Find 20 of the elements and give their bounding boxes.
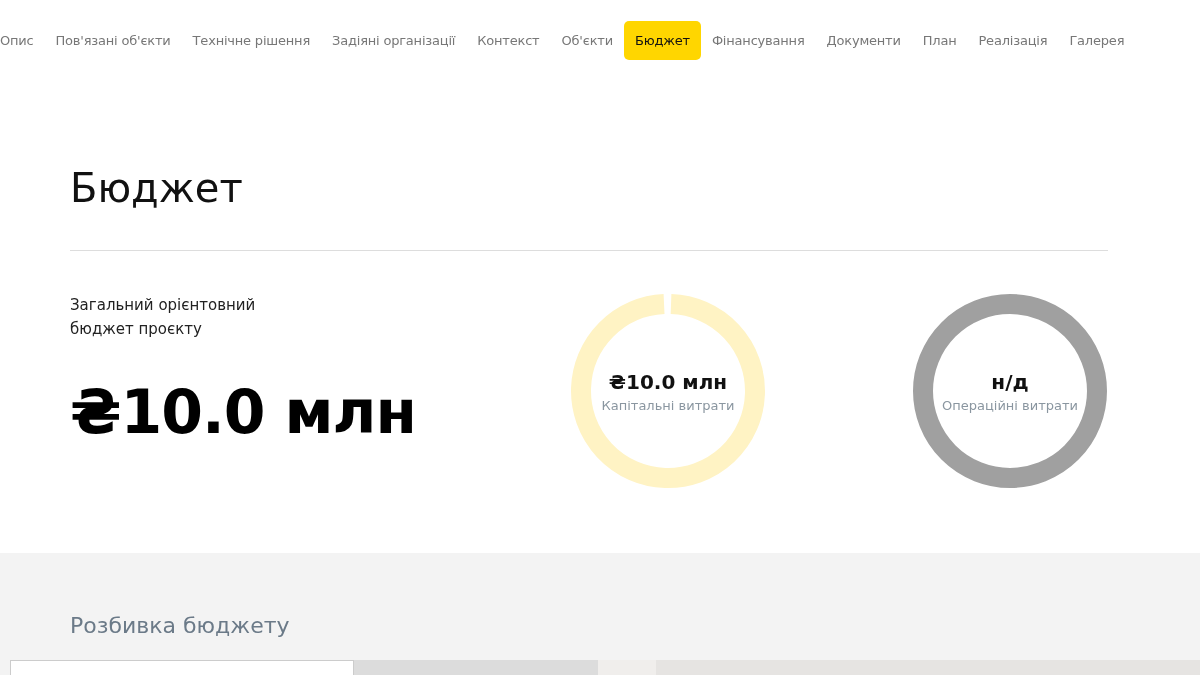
nav-tab[interactable]: Фінансування — [700, 20, 816, 60]
nav-tab[interactable]: Документи — [815, 20, 912, 60]
total-budget-label: Загальний орієнтовний бюджет проєкту — [70, 295, 257, 340]
nav-tab[interactable]: Реалізація — [967, 20, 1059, 60]
nav-tab[interactable]: Задіяні організації — [321, 20, 467, 60]
nav-tab[interactable]: Контекст — [466, 20, 551, 60]
total-budget-value: ₴10.0 млн — [70, 377, 417, 447]
section-title: Бюджет — [70, 164, 244, 212]
nav-tab[interactable]: План — [911, 20, 968, 60]
nav-tab[interactable]: Об'єкти — [550, 20, 624, 60]
breakdown-title: Розбивка бюджету — [70, 612, 291, 638]
nav-tab[interactable]: Галерея — [1058, 20, 1136, 60]
ring-label: Капітальні витрати — [601, 397, 735, 413]
nav-tab[interactable]: Опис — [0, 20, 45, 60]
nav-tab[interactable]: Пов'язані об'єкти — [44, 20, 182, 60]
ring-label: Операційні витрати — [942, 397, 1078, 413]
nav-tab[interactable]: Технічне рішення — [181, 20, 322, 60]
ring-value: н/д — [991, 369, 1029, 394]
ring-value: ₴10.0 млн — [608, 369, 728, 394]
nav-tab[interactable]: Бюджет — [623, 20, 701, 60]
